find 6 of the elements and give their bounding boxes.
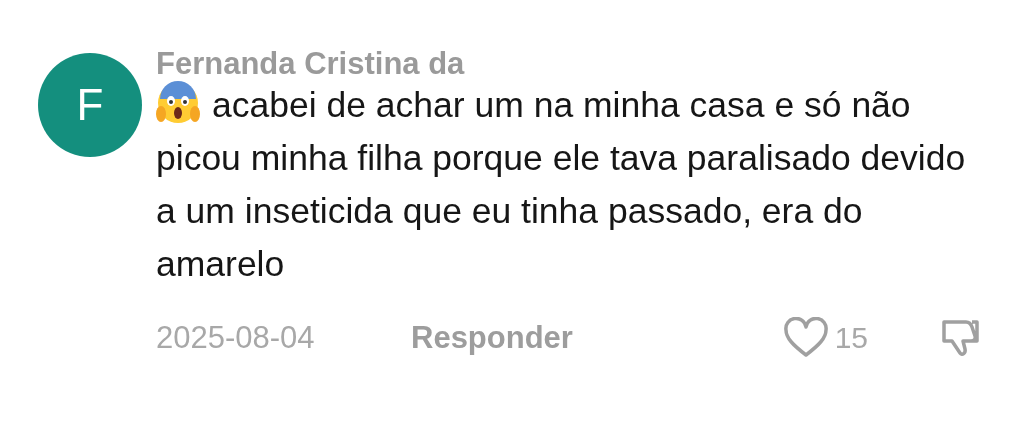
avatar: F [38, 53, 142, 157]
reply-button[interactable]: Responder [411, 320, 573, 356]
like-count: 15 [834, 321, 868, 355]
comment-date: 2025-08-04 [156, 320, 316, 356]
heart-icon[interactable] [782, 317, 829, 359]
screaming-face-icon [156, 81, 200, 125]
